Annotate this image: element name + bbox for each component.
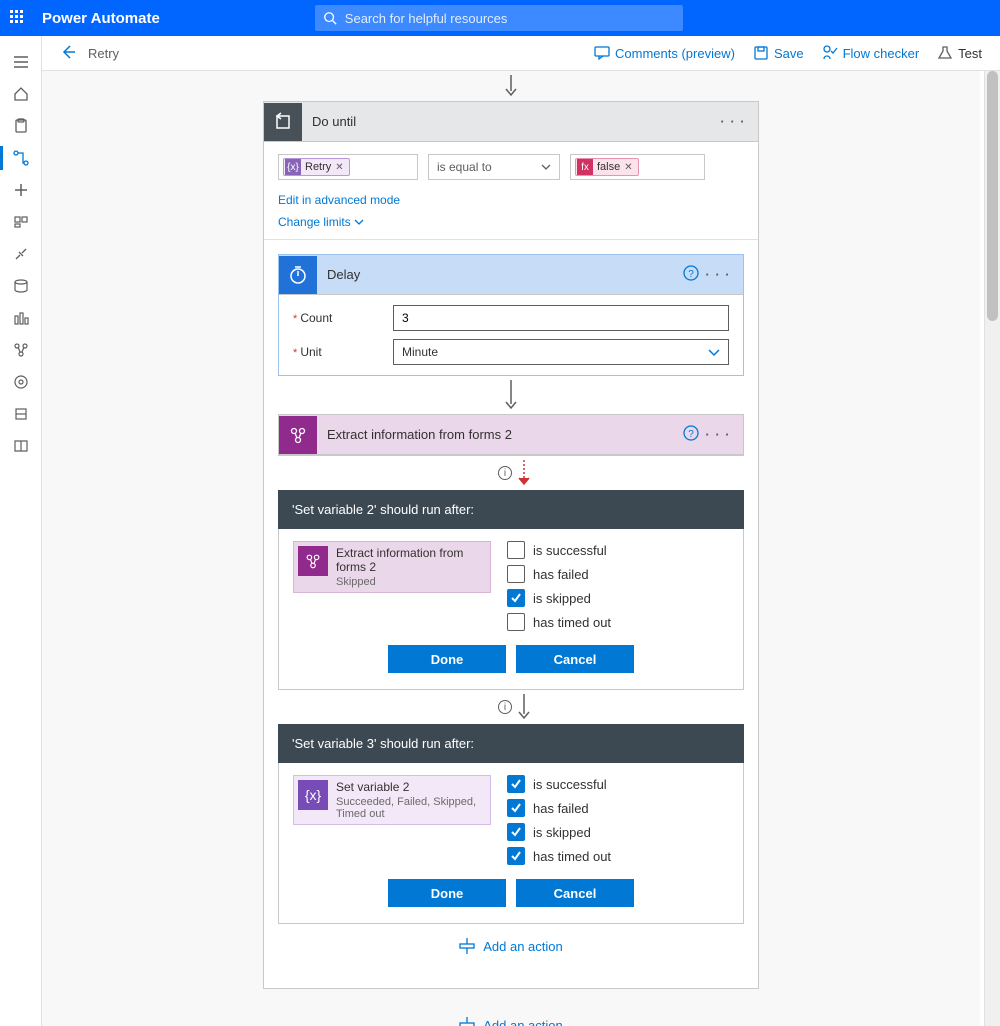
app-launcher-icon[interactable] [10,10,26,26]
expression-token[interactable]: fxfalse✕ [575,158,639,176]
check-successful[interactable]: is successful [507,775,611,793]
command-bar: Retry Comments (preview) Save Flow check… [0,36,1000,71]
extract-card: Extract information from forms 2 ? · · · [278,414,744,456]
info-icon[interactable]: i [498,700,512,714]
nav-approvals[interactable] [0,110,42,142]
search-box[interactable] [315,5,683,31]
top-bar: Power Automate [0,0,1000,36]
remove-token-icon[interactable]: ✕ [335,162,343,173]
delay-card: Delay ? · · · Count Unit [278,254,744,376]
condition-right-input[interactable]: fxfalse✕ [570,154,705,180]
variable-icon: {x} [298,780,328,810]
comments-button[interactable]: Comments (preview) [594,45,735,61]
left-nav [0,36,42,1026]
nav-templates[interactable] [0,206,42,238]
svg-text:?: ? [688,429,694,440]
do-until-menu[interactable]: · · · [718,114,748,129]
cancel-button[interactable]: Cancel [516,645,634,673]
check-failed[interactable]: has failed [507,799,611,817]
check-timedout[interactable]: has timed out [507,847,611,865]
chevron-down-icon [541,162,551,172]
condition-operator-select[interactable]: is equal to [428,154,560,180]
condition-left-input[interactable]: {x}Retry✕ [278,154,418,180]
nav-solutions[interactable] [0,398,42,430]
count-input[interactable] [393,305,729,331]
ai-builder-icon [279,416,317,454]
run-after-1-body: Extract information from forms 2Skipped … [278,529,744,690]
done-button[interactable]: Done [388,645,506,673]
connector-arrow [278,376,744,414]
count-label: Count [293,311,393,325]
unit-select[interactable]: Minute [393,339,729,365]
ai-builder-icon [298,546,328,576]
delay-header[interactable]: Delay ? · · · [279,255,743,295]
flow-name[interactable]: Retry [88,46,119,61]
nav-connectors[interactable] [0,238,42,270]
nav-learn[interactable] [0,430,42,462]
remove-token-icon[interactable]: ✕ [624,162,632,173]
timer-icon [279,256,317,294]
extract-title: Extract information from forms 2 [317,427,683,442]
help-icon[interactable]: ? [683,425,699,444]
check-skipped[interactable]: is skipped [507,589,611,607]
edit-advanced-link[interactable]: Edit in advanced mode [278,193,400,207]
info-icon[interactable]: i [498,466,512,480]
run-after-2-body: {x} Set variable 2Succeeded, Failed, Ski… [278,763,744,924]
designer-canvas[interactable]: Do until · · · {x}Retry✕ is equal to fxf… [42,71,980,1026]
run-after-1-header: 'Set variable 2' should run after: [278,490,744,529]
delay-menu[interactable]: · · · [703,267,733,282]
run-after-source: Extract information from forms 2Skipped [293,541,491,593]
extract-menu[interactable]: · · · [703,427,733,442]
add-action-icon [459,938,475,954]
nav-home[interactable] [0,78,42,110]
add-action-button[interactable]: Add an action [278,924,744,976]
flow-checker-button[interactable]: Flow checker [822,45,920,61]
chevron-down-icon [354,217,364,227]
save-button[interactable]: Save [753,45,804,61]
variable-token[interactable]: {x}Retry✕ [283,158,350,176]
connector-arrow [263,71,759,101]
scrollbar-thumb[interactable] [987,71,998,321]
error-connector-arrow [518,456,530,490]
run-after-checks: is successful has failed is skipped has … [507,775,611,865]
nav-monitor[interactable] [0,302,42,334]
check-timedout[interactable]: has timed out [507,613,611,631]
nav-hamburger[interactable] [0,46,42,78]
vertical-scrollbar[interactable] [984,71,1000,1026]
unit-label: Unit [293,345,393,359]
help-icon[interactable]: ? [683,265,699,284]
connector-arrow [518,690,530,724]
extract-header[interactable]: Extract information from forms 2 ? · · · [279,415,743,455]
do-until-header[interactable]: Do until · · · [264,102,758,142]
loop-icon [264,103,302,141]
change-limits-link[interactable]: Change limits [278,215,744,229]
nav-create[interactable] [0,174,42,206]
delay-title: Delay [317,267,683,282]
back-button[interactable] [60,44,76,63]
run-after-source: {x} Set variable 2Succeeded, Failed, Ski… [293,775,491,825]
nav-flows[interactable] [0,142,42,174]
cancel-button[interactable]: Cancel [516,879,634,907]
do-until-card: Do until · · · {x}Retry✕ is equal to fxf… [263,101,759,989]
nav-process[interactable] [0,366,42,398]
test-button[interactable]: Test [937,45,982,61]
run-after-2-header: 'Set variable 3' should run after: [278,724,744,763]
app-name: Power Automate [42,10,160,27]
add-action-icon [459,1017,475,1026]
check-failed[interactable]: has failed [507,565,611,583]
add-action-button[interactable]: Add an action [263,989,759,1026]
svg-text:?: ? [688,269,694,280]
check-successful[interactable]: is successful [507,541,611,559]
nav-ai[interactable] [0,334,42,366]
nav-data[interactable] [0,270,42,302]
chevron-down-icon [708,346,720,358]
done-button[interactable]: Done [388,879,506,907]
do-until-title: Do until [302,114,718,129]
search-input[interactable] [345,11,683,26]
run-after-checks: is successful has failed is skipped has … [507,541,611,631]
search-icon [323,11,337,25]
check-skipped[interactable]: is skipped [507,823,611,841]
